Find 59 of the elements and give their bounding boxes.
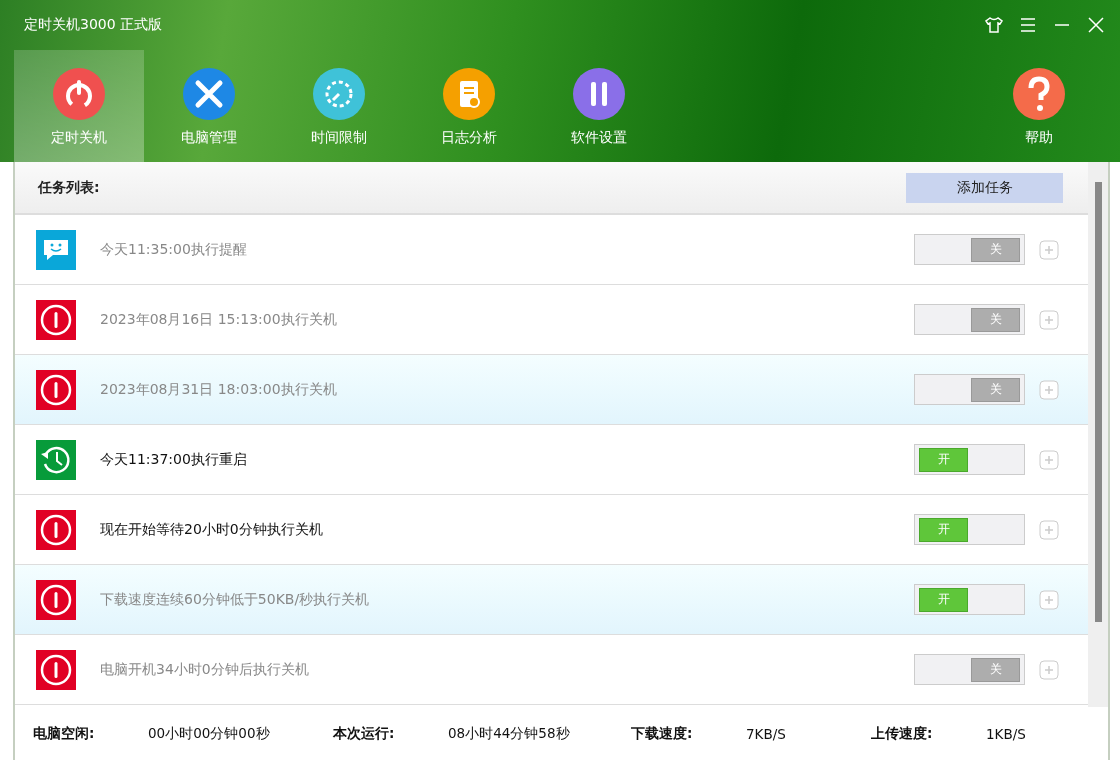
- close-icon[interactable]: [1086, 15, 1106, 35]
- nav-tab[interactable]: 日志分析: [404, 50, 534, 162]
- nav-tab[interactable]: 时间限制: [274, 50, 404, 162]
- toggle-switch[interactable]: 关: [914, 374, 1025, 405]
- status-value: 1KB/S: [986, 725, 1027, 742]
- tools-icon: [183, 68, 235, 120]
- task-text[interactable]: 2023年08月16日 15:13:00执行关机: [100, 310, 914, 329]
- status-label: 本次运行:: [333, 724, 396, 743]
- toggle-knob: 关: [971, 237, 1020, 262]
- toggle-switch[interactable]: 关: [914, 654, 1025, 685]
- toggle-knob: 开: [919, 447, 968, 472]
- task-text[interactable]: 今天11:35:00执行提醒: [100, 240, 914, 259]
- toggle-switch[interactable]: 关: [914, 304, 1025, 335]
- chat-bubble-icon: [36, 229, 76, 270]
- task-row[interactable]: 今天11:37:00执行重启 开: [15, 425, 1088, 495]
- nav-tab[interactable]: 软件设置: [534, 50, 664, 162]
- status-label: 下载速度:: [631, 724, 694, 743]
- toggle-knob: 开: [919, 517, 968, 542]
- add-task-button[interactable]: 添加任务: [906, 172, 1063, 203]
- task-text[interactable]: 现在开始等待20小时0分钟执行关机: [100, 520, 914, 539]
- toggle-switch[interactable]: 关: [914, 234, 1025, 265]
- menu-icon[interactable]: [1018, 15, 1038, 35]
- task-row[interactable]: 电脑开机34小时0分钟后执行关机 关: [15, 635, 1088, 705]
- task-text[interactable]: 电脑开机34小时0分钟后执行关机: [100, 660, 914, 679]
- scrollbar[interactable]: [1088, 162, 1108, 707]
- status-value: 00小时00分钟00秒: [148, 724, 271, 743]
- power-icon: [36, 649, 76, 690]
- timer-icon: [313, 68, 365, 120]
- task-row[interactable]: 2023年08月31日 18:03:00执行关机 关: [15, 355, 1088, 425]
- toggle-switch[interactable]: 开: [914, 514, 1025, 545]
- toggle-knob: 开: [919, 587, 968, 612]
- question-icon: [1013, 68, 1065, 120]
- log-icon: [443, 68, 495, 120]
- power-icon: [53, 68, 105, 120]
- status-value: 7KB/S: [746, 725, 787, 742]
- task-row[interactable]: 下载速度连续60分钟低于50KB/秒执行关机 开: [15, 565, 1088, 635]
- nav-tab[interactable]: 电脑管理: [144, 50, 274, 162]
- task-text[interactable]: 下载速度连续60分钟低于50KB/秒执行关机: [100, 590, 914, 609]
- toggle-knob: 关: [971, 377, 1020, 402]
- nav-tab[interactable]: 定时关机: [14, 50, 144, 162]
- scroll-thumb[interactable]: [1094, 182, 1102, 622]
- task-text[interactable]: 2023年08月31日 18:03:00执行关机: [100, 380, 914, 399]
- task-row[interactable]: 今天11:35:00执行提醒 关: [15, 215, 1088, 285]
- help-tab[interactable]: 帮助: [974, 50, 1104, 162]
- power-icon: [36, 369, 76, 410]
- window-title: 定时关机3000 正式版: [24, 16, 164, 34]
- power-icon: [36, 299, 76, 340]
- toggle-switch[interactable]: 开: [914, 584, 1025, 615]
- status-value: 08小时44分钟58秒: [448, 724, 571, 743]
- power-icon: [36, 509, 76, 550]
- status-label: 电脑空闲:: [33, 724, 96, 743]
- toggle-knob: 关: [971, 307, 1020, 332]
- toggle-knob: 关: [971, 657, 1020, 682]
- toggle-switch[interactable]: 开: [914, 444, 1025, 475]
- task-text[interactable]: 今天11:37:00执行重启: [100, 450, 914, 469]
- power-icon: [36, 579, 76, 620]
- list-title: 任务列表:: [38, 178, 100, 197]
- status-label: 上传速度:: [871, 724, 934, 743]
- shirt-icon[interactable]: [984, 15, 1004, 35]
